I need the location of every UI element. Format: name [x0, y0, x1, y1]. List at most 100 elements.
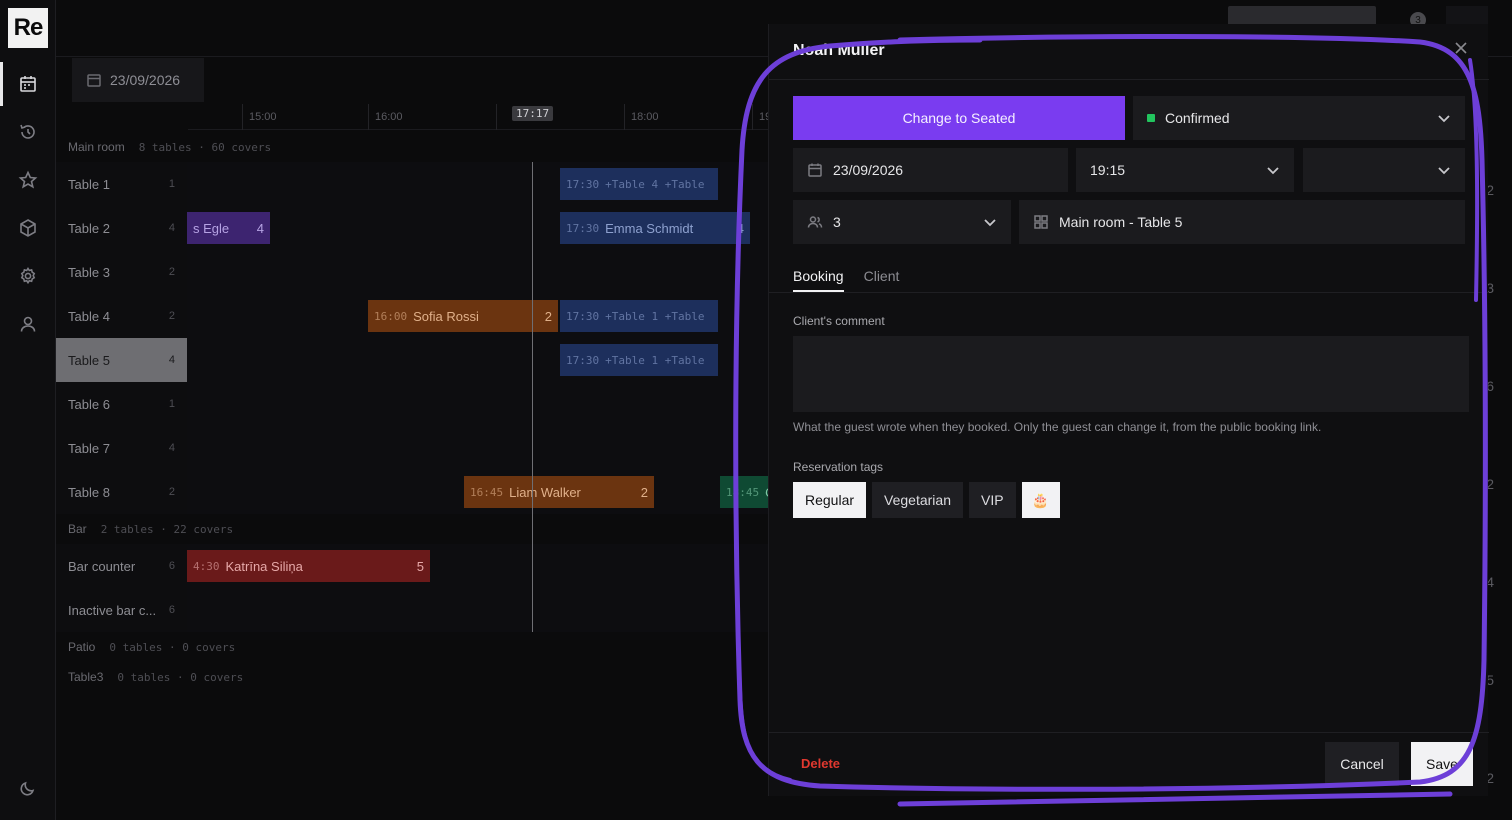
tags-group: Regular Vegetarian VIP 🎂: [793, 482, 1060, 518]
chevron-down-icon: [984, 219, 996, 227]
box-icon[interactable]: [0, 206, 56, 250]
guests-icon: [807, 216, 823, 228]
tag-vegetarian[interactable]: Vegetarian: [872, 482, 963, 518]
table-row: Table 24 s Egle 4 17:30 Emma Schmidt 4: [56, 206, 787, 250]
time-tick: 18:00: [624, 104, 659, 130]
table-label[interactable]: Table 24: [56, 206, 187, 250]
reservation-block[interactable]: s Egle 4: [187, 212, 270, 244]
tag-regular[interactable]: Regular: [793, 482, 867, 518]
reservation-block[interactable]: 16:00 Sofia Rossi 2: [368, 300, 558, 332]
date-value: 23/09/2026: [833, 162, 904, 178]
table-label[interactable]: Bar counter 6: [56, 544, 187, 588]
moon-icon[interactable]: [0, 766, 56, 810]
section-header: Table3 0 tables · 0 covers: [56, 662, 776, 692]
table-select[interactable]: Main room - Table 5: [1019, 200, 1465, 244]
chevron-down-icon: [1438, 167, 1450, 175]
date-picker-value: 23/09/2026: [110, 72, 181, 88]
grid-icon: [1034, 215, 1048, 229]
section-name: Patio: [68, 640, 96, 654]
guests-value: 3: [833, 214, 841, 230]
app-logo[interactable]: Re: [8, 8, 48, 48]
duration-select[interactable]: [1303, 148, 1465, 192]
section-name: Table3: [68, 670, 104, 684]
section-name: Bar: [68, 522, 87, 536]
cancel-button[interactable]: Cancel: [1325, 742, 1399, 786]
section-meta: 0 tables · 0 covers: [109, 640, 236, 654]
section-meta: 2 tables · 22 covers: [100, 522, 234, 536]
status-select[interactable]: Confirmed: [1133, 96, 1465, 140]
section-meta: 0 tables · 0 covers: [117, 670, 244, 684]
comment-label: Client's comment: [793, 314, 885, 328]
calendar-icon[interactable]: [0, 62, 56, 106]
change-to-seated-button[interactable]: Change to Seated: [793, 96, 1125, 140]
tag-vip[interactable]: VIP: [968, 482, 1016, 518]
client-comment-field[interactable]: [793, 336, 1469, 412]
current-time-line: [532, 162, 533, 632]
table-label[interactable]: Table 82: [56, 470, 187, 514]
close-button[interactable]: [1453, 40, 1469, 56]
table-lane[interactable]: [187, 250, 787, 294]
table-label[interactable]: Table 61: [56, 382, 187, 426]
table-row: Table 11 17:30 +Table 4 +Table: [56, 162, 787, 206]
save-button[interactable]: Save: [1411, 742, 1473, 786]
table-label[interactable]: Table 42: [56, 294, 187, 338]
table-label-selected[interactable]: Table 54: [56, 338, 187, 382]
divider: [769, 292, 1489, 293]
table-lane[interactable]: [187, 426, 787, 470]
reservation-block[interactable]: 17:30 +Table 1 +Table: [560, 344, 718, 376]
table-row: Table 82 16:45Liam Walker2 18:45C: [56, 470, 787, 514]
divider: [769, 79, 1489, 80]
section-header: Patio 0 tables · 0 covers: [56, 632, 776, 662]
date-picker[interactable]: 23/09/2026: [72, 58, 204, 102]
reservation-block[interactable]: 16:45 Liam Walker 2: [464, 476, 654, 508]
table-row: Table 74: [56, 426, 787, 470]
table-value: Main room - Table 5: [1059, 214, 1183, 230]
tab-client[interactable]: Client: [864, 268, 900, 292]
date-field[interactable]: 23/09/2026: [793, 148, 1068, 192]
time-value: 19:15: [1090, 162, 1126, 178]
table-row: Table 42 16:00 Sofia Rossi 2 17:30 +Table 1…: [56, 294, 787, 338]
status-value: Confirmed: [1165, 110, 1230, 126]
history-icon[interactable]: [0, 110, 56, 154]
reservation-panel: Noah Müller Change to Seated Confirmed 2…: [768, 24, 1489, 796]
chevron-down-icon: [1267, 167, 1279, 175]
section-name: Main room: [68, 140, 125, 154]
panel-tabs: Booking Client: [793, 268, 899, 292]
table-label[interactable]: Table 74: [56, 426, 187, 470]
gear-icon[interactable]: [0, 254, 56, 298]
time-tick: 16:00: [368, 104, 403, 130]
table-lane[interactable]: [187, 588, 787, 632]
status-dot-icon: [1147, 114, 1155, 122]
reservation-block[interactable]: 17:30 +Table 1 +Table: [560, 300, 718, 332]
delete-button[interactable]: Delete: [801, 756, 840, 771]
tag-birthday-cake[interactable]: 🎂: [1021, 482, 1060, 518]
section-meta: 8 tables · 60 covers: [138, 140, 272, 154]
reservation-block[interactable]: 17:30 +Table 4 +Table: [560, 168, 718, 200]
star-icon[interactable]: [0, 158, 56, 202]
chevron-down-icon: [1438, 115, 1450, 123]
panel-title: Noah Müller: [793, 42, 885, 59]
section-header: Bar 2 tables · 22 covers: [56, 514, 776, 544]
new-reservation-button[interactable]: [1228, 6, 1376, 26]
current-time-badge: 17:17: [512, 106, 554, 121]
user-icon[interactable]: [0, 302, 56, 346]
table-label[interactable]: Table 11: [56, 162, 187, 206]
table-lane[interactable]: [187, 382, 787, 426]
table-row: Bar counter 6 4:30 Katrīna Siliņa 5: [56, 544, 787, 588]
reservation-block[interactable]: 4:30 Katrīna Siliņa 5: [187, 550, 430, 582]
table-row: Table 32: [56, 250, 787, 294]
calendar-icon: [808, 163, 822, 177]
time-select[interactable]: 19:15: [1076, 148, 1294, 192]
calendar-icon: [87, 74, 101, 87]
guests-select[interactable]: 3: [793, 200, 1011, 244]
table-row: Inactive bar c... 6: [56, 588, 787, 632]
tab-booking[interactable]: Booking: [793, 268, 844, 292]
table-row: Table 54 17:30 +Table 1 +Table: [56, 338, 787, 382]
time-ruler: 15:00 16:00 18:00 19: [188, 104, 828, 130]
comment-hint: What the guest wrote when they booked. O…: [793, 420, 1322, 434]
table-label[interactable]: Table 32: [56, 250, 187, 294]
time-tick: 15:00: [242, 104, 277, 130]
time-tick-now-slot: [496, 104, 503, 130]
table-label[interactable]: Inactive bar c... 6: [56, 588, 187, 632]
reservation-block[interactable]: 17:30 Emma Schmidt 4: [560, 212, 750, 244]
